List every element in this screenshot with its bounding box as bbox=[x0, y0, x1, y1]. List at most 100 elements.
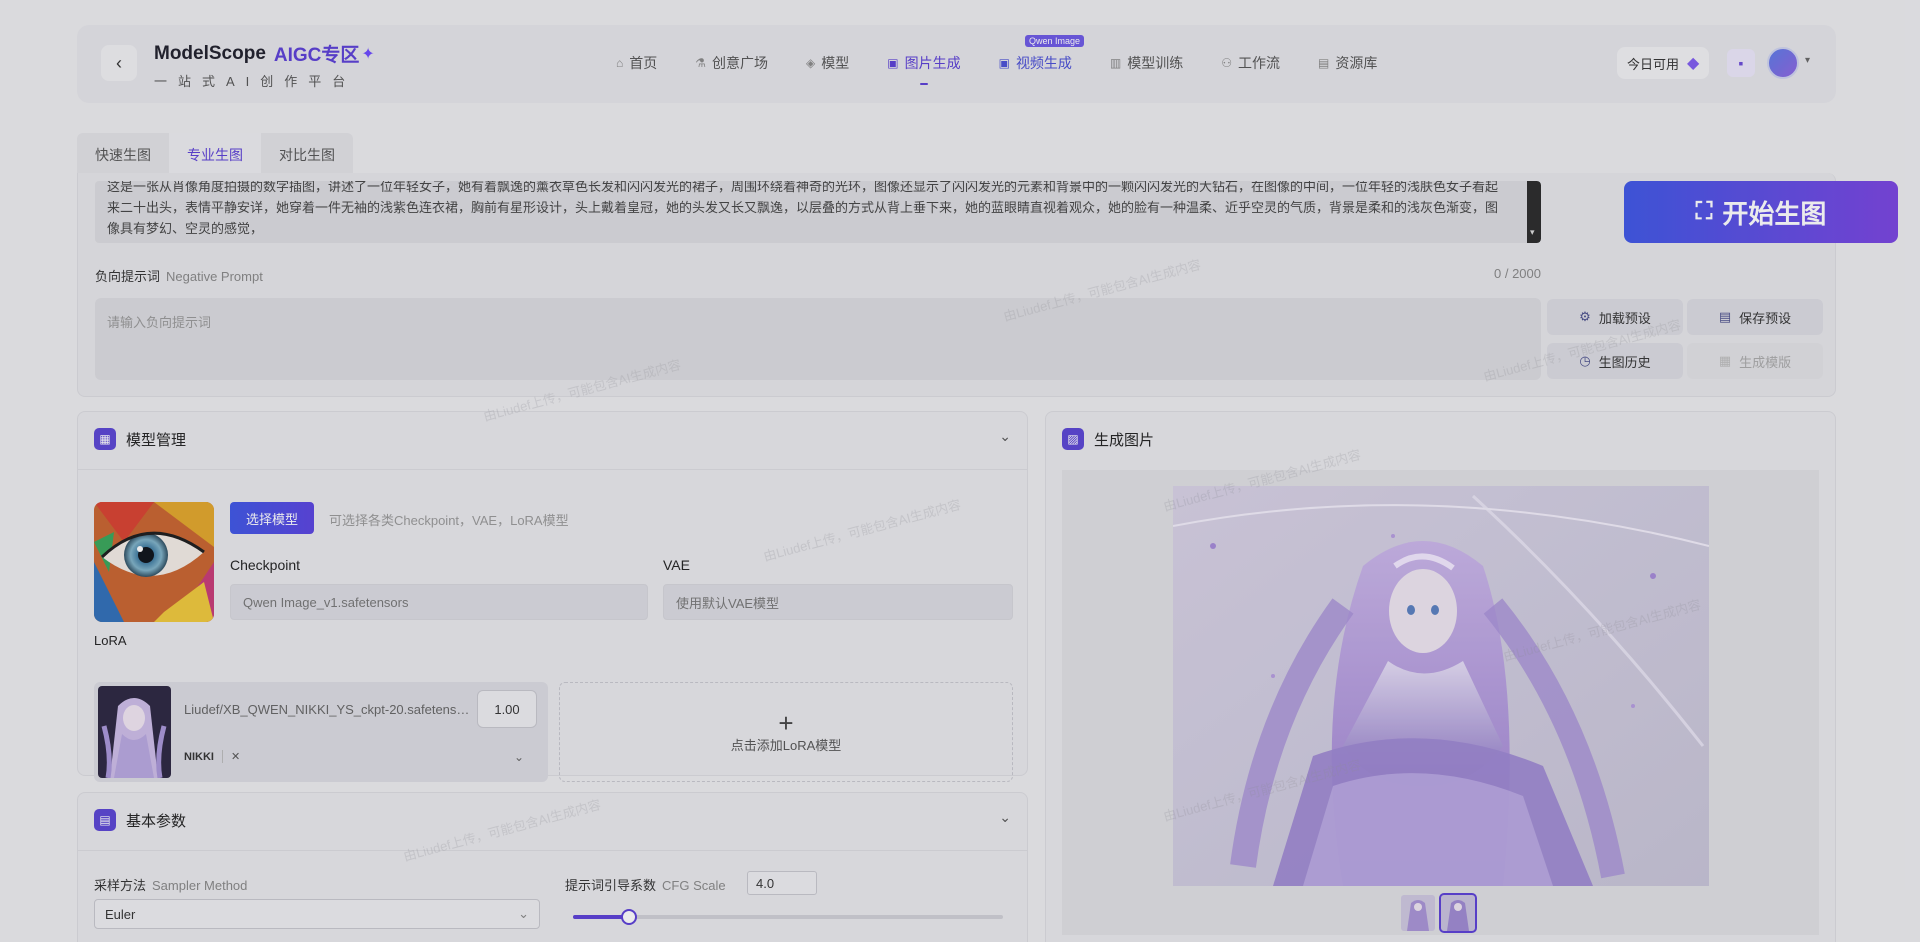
nav-label: 创意广场 bbox=[712, 55, 769, 71]
brand-name: ModelScope bbox=[154, 42, 266, 64]
prompt-text: 这是一张从肖像角度拍摄的数字插图，讲述了一位年轻女子，她有着飘逸的薰衣草色长发和… bbox=[107, 181, 1499, 236]
sampler-select[interactable]: Euler ⌄ bbox=[94, 899, 540, 929]
brand-subtitle: 一站式AI创作平台 bbox=[154, 74, 357, 89]
history-label: 生图历史 bbox=[1598, 354, 1651, 370]
select-model-button[interactable]: 选择模型 bbox=[230, 502, 315, 534]
save-preset-button[interactable]: ▤ 保存预设 bbox=[1687, 299, 1823, 335]
generated-thumbnail[interactable] bbox=[1401, 895, 1435, 931]
chevron-down-icon[interactable]: ⌄ bbox=[999, 809, 1011, 826]
message-button[interactable]: ▪ bbox=[1727, 49, 1755, 77]
tab-quick-gen[interactable]: 快速生图 bbox=[77, 133, 169, 173]
chevron-down-icon: ⌄ bbox=[518, 906, 529, 921]
caret-down-icon[interactable]: ▾ bbox=[1805, 55, 1810, 66]
back-button[interactable]: ‹ bbox=[101, 45, 137, 81]
archive-icon: ▤ bbox=[1318, 56, 1330, 70]
divider bbox=[78, 850, 1027, 851]
flask-icon: ⚗ bbox=[695, 56, 707, 70]
eye-art-image bbox=[94, 502, 214, 622]
lora-weight-input[interactable]: 1.00 bbox=[477, 690, 537, 728]
grid-icon: ▦ bbox=[94, 428, 116, 450]
cube-icon: ◈ bbox=[806, 56, 816, 70]
page: ‹ ModelScope AIGC专区 ✦ 一站式AI创作平台 ⌂ 首页 ⚗ 创… bbox=[0, 0, 1920, 942]
load-preset-label: 加载预设 bbox=[1598, 310, 1651, 326]
lora-tag-label: NIKKI bbox=[184, 750, 214, 763]
nav-label: 资源库 bbox=[1335, 55, 1378, 71]
prompt-textarea[interactable]: 这是一张从肖像角度拍摄的数字插图，讲述了一位年轻女子，她有着飘逸的薰衣草色长发和… bbox=[95, 181, 1541, 243]
nav-item-creative[interactable]: ⚗ 创意广场 bbox=[676, 53, 787, 73]
cfg-scale-input[interactable]: 4.0 bbox=[747, 871, 817, 895]
sampler-label-cn: 采样方法 bbox=[94, 878, 147, 893]
nav-label: 工作流 bbox=[1238, 55, 1281, 71]
avatar[interactable] bbox=[1767, 47, 1799, 79]
nav-item-resources[interactable]: ▤ 资源库 bbox=[1299, 53, 1396, 73]
output-panel: ▨ 生成图片 bbox=[1045, 411, 1836, 942]
flow-icon: ⚇ bbox=[1221, 56, 1233, 70]
basic-params-panel: ▤ 基本参数 ⌄ 采样方法 Sampler Method Euler ⌄ 提示词引… bbox=[77, 792, 1028, 942]
lora-thumbnail bbox=[98, 686, 171, 778]
cfg-label-cn: 提示词引导系数 bbox=[565, 878, 657, 893]
divider bbox=[78, 469, 1027, 470]
cfg-slider[interactable] bbox=[573, 909, 1003, 925]
generated-thumbnails bbox=[1401, 893, 1477, 933]
save-icon: ▤ bbox=[1718, 309, 1732, 324]
qwen-image-badge: Qwen Image bbox=[1025, 35, 1085, 47]
negative-prompt-label: 负向提示词 Negative Prompt bbox=[95, 266, 263, 285]
nav-label: 模型 bbox=[821, 55, 850, 71]
diamond-icon: ◆ bbox=[1687, 55, 1700, 72]
basic-params-title: 基本参数 bbox=[126, 812, 187, 830]
vae-select[interactable]: 使用默认VAE模型 bbox=[663, 584, 1013, 620]
daily-credit-button[interactable]: 今日可用 ◆ bbox=[1617, 47, 1710, 79]
lora-trigger-tag: NIKKI ✕ bbox=[184, 750, 240, 763]
home-icon: ⌂ bbox=[616, 56, 624, 70]
brand[interactable]: ModelScope AIGC专区 ✦ 一站式AI创作平台 bbox=[154, 40, 375, 90]
checkpoint-select[interactable]: Qwen Image_v1.safetensors bbox=[230, 584, 648, 620]
brand-aigc: AIGC专区 bbox=[273, 45, 360, 66]
nav-item-models[interactable]: ◈ 模型 bbox=[787, 53, 868, 73]
thumbnail-image bbox=[1401, 895, 1435, 931]
save-preset-label: 保存预设 bbox=[1739, 310, 1792, 326]
gear-icon: ⚙ bbox=[1579, 309, 1591, 324]
prompt-scrollbar[interactable] bbox=[1527, 181, 1541, 243]
nav-label: 模型训练 bbox=[1127, 55, 1184, 71]
nav-item-video-gen[interactable]: ▣ 视频生成 bbox=[980, 53, 1091, 73]
tab-pro-gen[interactable]: 专业生图 bbox=[169, 133, 261, 173]
thumbnail-image bbox=[1441, 895, 1475, 931]
output-panel-title: 生成图片 bbox=[1094, 431, 1155, 449]
nav-item-workflow[interactable]: ⚇ 工作流 bbox=[1202, 53, 1299, 73]
template-button[interactable]: ▦ 生成模版 bbox=[1687, 343, 1823, 379]
checkpoint-label: Checkpoint bbox=[230, 557, 301, 573]
generated-thumbnail-active[interactable] bbox=[1439, 893, 1477, 933]
negative-prompt-input[interactable]: 请输入负向提示词 bbox=[95, 298, 1541, 380]
add-lora-button[interactable]: + 点击添加LoRA模型 bbox=[559, 682, 1013, 782]
nav-item-home[interactable]: ⌂ 首页 bbox=[597, 53, 676, 73]
image-icon: ▨ bbox=[1062, 428, 1084, 450]
grid-icon: ▦ bbox=[1718, 353, 1732, 368]
nav-label: 视频生成 bbox=[1015, 55, 1072, 71]
generate-button[interactable]: ⛶ 开始生图 bbox=[1624, 181, 1898, 243]
model-thumbnail bbox=[94, 502, 214, 622]
chevron-down-icon[interactable]: ⌄ bbox=[999, 428, 1011, 445]
model-panel-header[interactable]: ▦ 模型管理 bbox=[94, 428, 186, 450]
generated-image-area bbox=[1062, 470, 1819, 935]
generated-image[interactable] bbox=[1173, 486, 1709, 886]
generate-label: 开始生图 bbox=[1722, 198, 1827, 229]
main-nav: ⌂ 首页 ⚗ 创意广场 ◈ 模型 ▣ 图片生成 ▣ 视频生成 ▥ 模型训练 ⚇ … bbox=[597, 53, 1396, 73]
nav-item-image-gen[interactable]: ▣ 图片生成 bbox=[868, 53, 979, 73]
load-preset-button[interactable]: ⚙ 加载预设 bbox=[1547, 299, 1683, 335]
cfg-label: 提示词引导系数 CFG Scale bbox=[565, 875, 726, 894]
video-edit-icon: ▣ bbox=[998, 56, 1010, 70]
lora-label: LoRA bbox=[94, 633, 127, 648]
history-button[interactable]: ◷ 生图历史 bbox=[1547, 343, 1683, 379]
chevron-down-icon[interactable]: ⌄ bbox=[514, 750, 524, 764]
template-label: 生成模版 bbox=[1739, 354, 1792, 370]
nav-item-training[interactable]: ▥ 模型训练 bbox=[1091, 53, 1202, 73]
basic-params-header[interactable]: ▤ 基本参数 bbox=[94, 809, 186, 831]
close-icon[interactable]: ✕ bbox=[221, 750, 240, 763]
tab-compare-gen[interactable]: 对比生图 bbox=[261, 133, 353, 173]
nav-label: 图片生成 bbox=[904, 55, 961, 71]
lora-card: Liudef/XB_QWEN_NIKKI_YS_ckpt-20.safetens… bbox=[94, 682, 548, 782]
sampler-value: Euler bbox=[105, 906, 136, 922]
output-panel-header: ▨ 生成图片 bbox=[1062, 428, 1154, 450]
negative-label-en: Negative Prompt bbox=[166, 269, 263, 284]
cfg-slider-handle[interactable] bbox=[620, 909, 637, 925]
